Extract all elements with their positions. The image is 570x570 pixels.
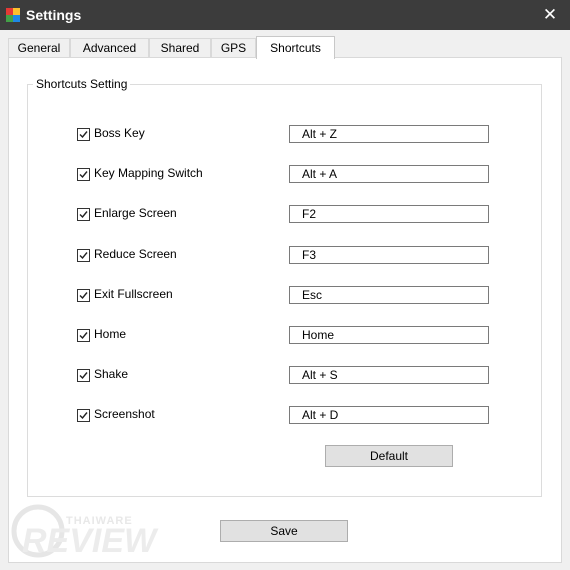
- window-title: Settings: [26, 7, 82, 23]
- title-bar[interactable]: Settings ✕: [0, 0, 570, 30]
- close-icon[interactable]: ✕: [540, 4, 560, 26]
- checkbox-shake[interactable]: [77, 369, 90, 382]
- tab-advanced[interactable]: Advanced: [70, 38, 149, 57]
- checkbox-reduce-screen[interactable]: [77, 249, 90, 262]
- label-key-mapping-switch: Key Mapping Switch: [94, 166, 203, 180]
- checkbox-key-mapping-switch[interactable]: [77, 168, 90, 181]
- label-reduce-screen: Reduce Screen: [94, 247, 177, 261]
- label-boss-key: Boss Key: [94, 126, 145, 140]
- app-logo-icon: [6, 8, 20, 22]
- label-exit-fullscreen: Exit Fullscreen: [94, 287, 173, 301]
- hotkey-field-screenshot[interactable]: Alt + D: [289, 406, 489, 424]
- checkmark-icon: [79, 332, 88, 340]
- checkmark-icon: [79, 211, 88, 219]
- settings-window: Settings ✕ General Advanced Shared GPS S…: [0, 0, 570, 570]
- checkmark-icon: [79, 412, 88, 420]
- checkbox-home[interactable]: [77, 329, 90, 342]
- hotkey-field-reduce-screen[interactable]: F3: [289, 246, 489, 264]
- checkmark-icon: [79, 252, 88, 260]
- label-shake: Shake: [94, 367, 129, 381]
- tab-shortcuts[interactable]: Shortcuts: [256, 36, 335, 59]
- hotkey-field-home[interactable]: Home: [289, 326, 489, 344]
- tab-general[interactable]: General: [8, 38, 70, 57]
- label-screenshot: Screenshot: [94, 407, 155, 421]
- group-title: Shortcuts Setting: [33, 77, 131, 91]
- checkmark-icon: [79, 292, 88, 300]
- tab-shared[interactable]: Shared: [149, 38, 211, 57]
- label-home: Home: [94, 327, 127, 341]
- checkmark-icon: [79, 372, 88, 380]
- hotkey-field-enlarge-screen[interactable]: F2: [289, 205, 489, 223]
- checkmark-icon: [79, 171, 88, 179]
- hotkey-field-exit-fullscreen[interactable]: Esc: [289, 286, 489, 304]
- save-button[interactable]: Save: [220, 520, 348, 542]
- default-button[interactable]: Default: [325, 445, 453, 467]
- label-enlarge-screen: Enlarge Screen: [94, 206, 177, 220]
- checkbox-boss-key[interactable]: [77, 128, 90, 141]
- checkmark-icon: [79, 131, 88, 139]
- hotkey-field-shake[interactable]: Alt + S: [289, 366, 489, 384]
- checkbox-enlarge-screen[interactable]: [77, 208, 90, 221]
- tab-strip: General Advanced Shared GPS Shortcuts: [0, 30, 570, 59]
- hotkey-field-boss-key[interactable]: Alt + Z: [289, 125, 489, 143]
- checkbox-screenshot[interactable]: [77, 409, 90, 422]
- checkbox-exit-fullscreen[interactable]: [77, 289, 90, 302]
- tab-gps[interactable]: GPS: [211, 38, 256, 57]
- hotkey-field-key-mapping-switch[interactable]: Alt + A: [289, 165, 489, 183]
